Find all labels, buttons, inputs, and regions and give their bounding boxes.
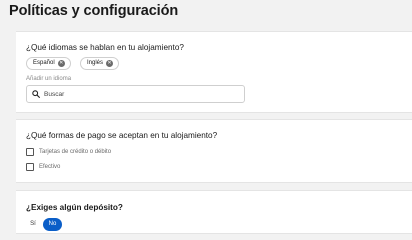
deposit-card: ¿Exiges algún depósito? Sí No (16, 190, 412, 234)
payments-card: ¿Qué formas de pago se aceptan en tu alo… (16, 119, 412, 183)
search-input[interactable] (44, 90, 224, 98)
payment-option-label: Efectivo (39, 164, 61, 170)
page-title: Políticas y configuración (9, 3, 179, 19)
payment-option-cash[interactable]: Efectivo (26, 163, 60, 171)
languages-question: ¿Qué idiomas se hablan en tu alojamiento… (26, 43, 184, 52)
deposit-question: ¿Exiges algún depósito? (26, 203, 123, 212)
chip-label: Inglés (87, 60, 104, 66)
language-chip-spanish[interactable]: Español ✕ (26, 57, 71, 70)
checkbox[interactable] (26, 148, 34, 156)
deposit-no-button[interactable]: No (43, 218, 62, 231)
languages-card: ¿Qué idiomas se hablan en tu alojamiento… (16, 31, 412, 113)
payment-option-cards[interactable]: Tarjetas de crédito o débito (26, 148, 111, 156)
remove-icon[interactable]: ✕ (106, 60, 114, 67)
language-chip-english[interactable]: Inglés ✕ (80, 57, 120, 70)
chip-label: Español (33, 60, 55, 66)
add-language-label: Añadir un idioma (26, 76, 72, 82)
deposit-yes-button[interactable]: Sí (25, 218, 41, 231)
language-search-field[interactable] (26, 85, 245, 103)
search-icon (32, 90, 40, 98)
checkbox[interactable] (26, 163, 34, 171)
payments-question: ¿Qué formas de pago se aceptan en tu alo… (26, 131, 218, 140)
remove-icon[interactable]: ✕ (57, 60, 65, 67)
payment-option-label: Tarjetas de crédito o débito (39, 149, 112, 155)
